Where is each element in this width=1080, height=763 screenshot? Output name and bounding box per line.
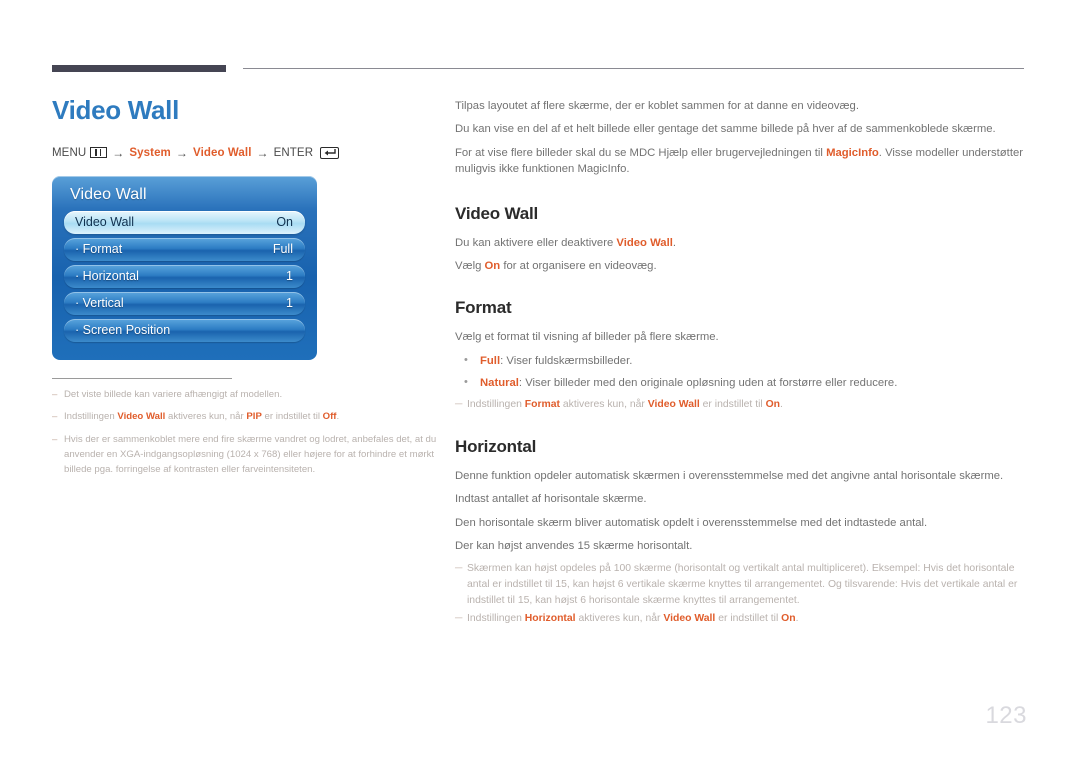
osd-row[interactable]: · Format Full xyxy=(64,237,305,261)
menu-bars-icon xyxy=(90,147,108,159)
intro-paragraph: Tilpas layoutet af flere skærme, der er … xyxy=(455,100,859,112)
section-paragraph: Der kan højst anvendes 15 skærme horison… xyxy=(455,540,693,553)
footnote-dash: – xyxy=(52,434,58,446)
intro-paragraph: For at vise flere billeder skal du se MD… xyxy=(455,146,1023,176)
osd-row[interactable]: Video Wall On xyxy=(64,210,305,234)
osd-row-list: Video Wall On · Format Full · Horizontal 1 · V… xyxy=(52,210,317,342)
osd-row-value: Full xyxy=(272,242,293,257)
osd-row-value: 1 xyxy=(286,296,293,311)
section-note: ─ Indstillingen Format aktiveres kun, når… xyxy=(455,397,1025,413)
osd-row-value: On xyxy=(276,215,293,230)
breadcrumb-item-system[interactable]: System xyxy=(129,147,171,159)
footnote-text: Hvis der er sammenkoblet mere end fire s… xyxy=(64,434,437,476)
content-sections: Video Wall Du kan aktivere eller deaktive… xyxy=(455,204,1025,627)
section-note-text: Skærmen kan højst opdeles på 100 skærme … xyxy=(467,563,1018,606)
footnote: – Indstillingen Video Wall aktiveres kun,… xyxy=(52,410,437,425)
section-paragraph: Den horisontale skærm bliver automatisk … xyxy=(455,516,928,529)
osd-row-label: · Screen Position xyxy=(75,323,171,338)
right-column: Tilpas layoutet af flere skærme, der er … xyxy=(455,98,1025,627)
osd-row-label: · Horizontal xyxy=(75,269,139,284)
section-note-text: Indstillingen Format aktiveres kun, når … xyxy=(467,399,783,411)
breadcrumb-item-video-wall[interactable]: Video Wall xyxy=(193,147,252,159)
osd-row-label: · Format xyxy=(75,242,123,257)
section-note: ─ Skærmen kan højst opdeles på 100 skærme… xyxy=(455,561,1025,608)
osd-title: Video Wall xyxy=(70,185,147,203)
bullet-item: • Natural: Viser billeder med den origina… xyxy=(455,375,1025,391)
notes-separator xyxy=(52,377,232,379)
osd-menu-screenshot: Video Wall Video Wall On · Format Full · Hor… xyxy=(52,175,317,360)
footnote-dash: – xyxy=(52,411,58,423)
section-heading: Format xyxy=(455,298,512,318)
page-title: Video Wall xyxy=(52,95,180,125)
section-note-text: Indstillingen Horizontal aktiveres kun, … xyxy=(467,613,799,625)
section-note-dash: ─ xyxy=(455,399,462,411)
bullet-item: • Full: Viser fuldskærmsbilleder. xyxy=(455,353,1025,369)
section-note-dash: ─ xyxy=(455,563,462,575)
breadcrumb-arrow-2: → xyxy=(175,145,188,160)
osd-row-label: · Vertical xyxy=(75,296,124,311)
osd-row[interactable]: · Horizontal 1 xyxy=(64,264,305,288)
footnote: – Hvis der er sammenkoblet mere end fire … xyxy=(52,433,437,478)
section-paragraph: Denne funktion opdeler automatisk skærme… xyxy=(455,469,1004,482)
breadcrumb-arrow-3: → xyxy=(256,145,269,160)
footnote-dash: – xyxy=(52,388,58,400)
breadcrumb-enter-label: ENTER xyxy=(273,146,314,159)
breadcrumb: MENU → System → Video Wall → ENTER xyxy=(52,146,437,160)
osd-row[interactable]: · Screen Position xyxy=(64,318,305,342)
section-paragraph: Vælg et format til visning af billeder p… xyxy=(455,331,719,344)
footnote-text: Det viste billede kan variere afhængigt … xyxy=(64,388,283,400)
intro-paragraphs: Tilpas layoutet af flere skærme, der er … xyxy=(455,98,1025,178)
enter-key-icon xyxy=(320,146,340,159)
osd-row-value: 1 xyxy=(286,269,293,284)
intro-paragraph: Du kan vise en del af et helt billede el… xyxy=(455,123,996,136)
left-column: Video Wall MENU → System → Video Wall → … xyxy=(52,96,437,486)
section-paragraph: Vælg On for at organisere en videovæg. xyxy=(455,259,657,272)
section-paragraph: Du kan aktivere eller deaktivere Video W… xyxy=(455,236,677,249)
section-note: ─ Indstillingen Horizontal aktiveres kun,… xyxy=(455,611,1025,627)
bullet-dot-icon: • xyxy=(464,376,468,388)
section-heading: Video Wall xyxy=(455,203,539,223)
header-accent-bar xyxy=(52,65,226,72)
breadcrumb-arrow-1: → xyxy=(112,145,125,160)
header-rule xyxy=(243,68,1024,69)
left-notes: – Det viste billede kan variere afhængigt… xyxy=(52,388,437,478)
osd-row-label: Video Wall xyxy=(75,215,135,230)
section-heading: Horizontal xyxy=(455,436,537,456)
footnote-text: Indstillingen Video Wall aktiveres kun, … xyxy=(64,411,340,423)
bullet-text: Full: Viser fuldskærmsbilleder. xyxy=(480,354,633,367)
bullet-text: Natural: Viser billeder med den original… xyxy=(480,377,898,389)
breadcrumb-menu-label: MENU xyxy=(52,146,87,159)
page-number: 123 xyxy=(985,702,1027,729)
section-paragraph: Indtast antallet af horisontale skærme. xyxy=(455,493,647,506)
footnote: – Det viste billede kan variere afhængigt… xyxy=(52,388,437,403)
section-note-dash: ─ xyxy=(455,613,462,625)
osd-row[interactable]: · Vertical 1 xyxy=(64,291,305,315)
bullet-dot-icon: • xyxy=(464,353,468,366)
